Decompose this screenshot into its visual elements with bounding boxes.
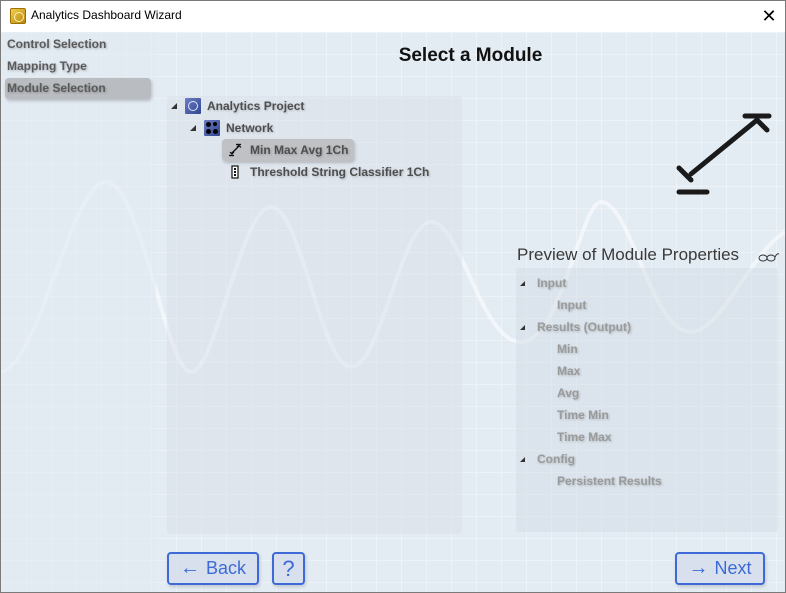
next-button-label: Next <box>714 558 752 578</box>
prop-group-results[interactable]: Results (Output) <box>520 316 631 338</box>
expand-arrow-icon[interactable] <box>520 280 525 286</box>
properties-panel <box>516 268 778 532</box>
expand-arrow-icon[interactable] <box>190 125 196 131</box>
title-bar: Analytics Dashboard Wizard ✕ <box>1 1 785 32</box>
prop-group-config[interactable]: Config <box>520 448 575 470</box>
arrow-right-icon: → <box>688 557 709 579</box>
glasses-icon <box>758 253 780 262</box>
prop-item: Time Max <box>557 430 612 444</box>
prop-group-label: Results (Output) <box>537 320 631 334</box>
min-max-avg-icon <box>229 143 242 157</box>
wizard-steps-sidebar: Control Selection Mapping Type Module Se… <box>1 32 156 592</box>
next-button[interactable]: → Next <box>675 552 765 585</box>
network-icon <box>204 120 220 136</box>
expand-arrow-icon[interactable] <box>520 324 525 330</box>
arrow-left-icon: ← <box>179 557 200 579</box>
tree-node-min-max-avg[interactable]: Min Max Avg 1Ch <box>222 139 355 161</box>
tree-node-network[interactable]: Network <box>190 117 273 139</box>
prop-group-label: Config <box>537 452 575 466</box>
tree-node-label: Threshold String Classifier 1Ch <box>250 165 430 179</box>
prop-item: Input <box>557 298 587 312</box>
preview-header: Preview of Module Properties <box>517 245 740 264</box>
wizard-window: Analytics Dashboard Wizard ✕ Control Sel… <box>0 0 786 593</box>
page-title: Select a Module <box>398 45 543 66</box>
back-button-label: Back <box>205 558 247 578</box>
tree-node-threshold-classifier[interactable]: Threshold String Classifier 1Ch <box>222 161 429 183</box>
module-preview-icon <box>676 113 772 195</box>
prop-group-label: Input <box>537 276 567 290</box>
prop-item: Max <box>557 364 581 378</box>
step-control-selection[interactable]: Control Selection <box>5 34 151 55</box>
wizard-content: Control Selection Mapping Type Module Se… <box>1 32 785 592</box>
tree-node-label: Network <box>226 121 274 135</box>
prop-item: Persistent Results <box>557 474 662 488</box>
tree-node-analytics-project[interactable]: Analytics Project <box>171 95 304 117</box>
expand-arrow-icon[interactable] <box>171 103 177 109</box>
app-icon <box>10 8 26 24</box>
close-button[interactable]: ✕ <box>753 1 785 32</box>
window-title: Analytics Dashboard Wizard <box>31 8 182 22</box>
tree-node-label: Analytics Project <box>207 99 305 113</box>
prop-group-input[interactable]: Input <box>520 272 566 294</box>
expand-arrow-icon[interactable] <box>520 456 525 462</box>
back-button[interactable]: ← Back <box>167 552 259 585</box>
prop-item: Min <box>557 342 578 356</box>
help-button[interactable]: ? <box>272 552 305 585</box>
tree-node-label: Min Max Avg 1Ch <box>250 143 349 157</box>
prop-item: Avg <box>557 386 580 400</box>
threshold-classifier-icon <box>231 165 239 179</box>
analytics-project-icon <box>185 98 201 114</box>
step-mapping-type[interactable]: Mapping Type <box>5 56 151 77</box>
prop-item: Time Min <box>557 408 609 422</box>
step-module-selection[interactable]: Module Selection <box>5 78 151 99</box>
